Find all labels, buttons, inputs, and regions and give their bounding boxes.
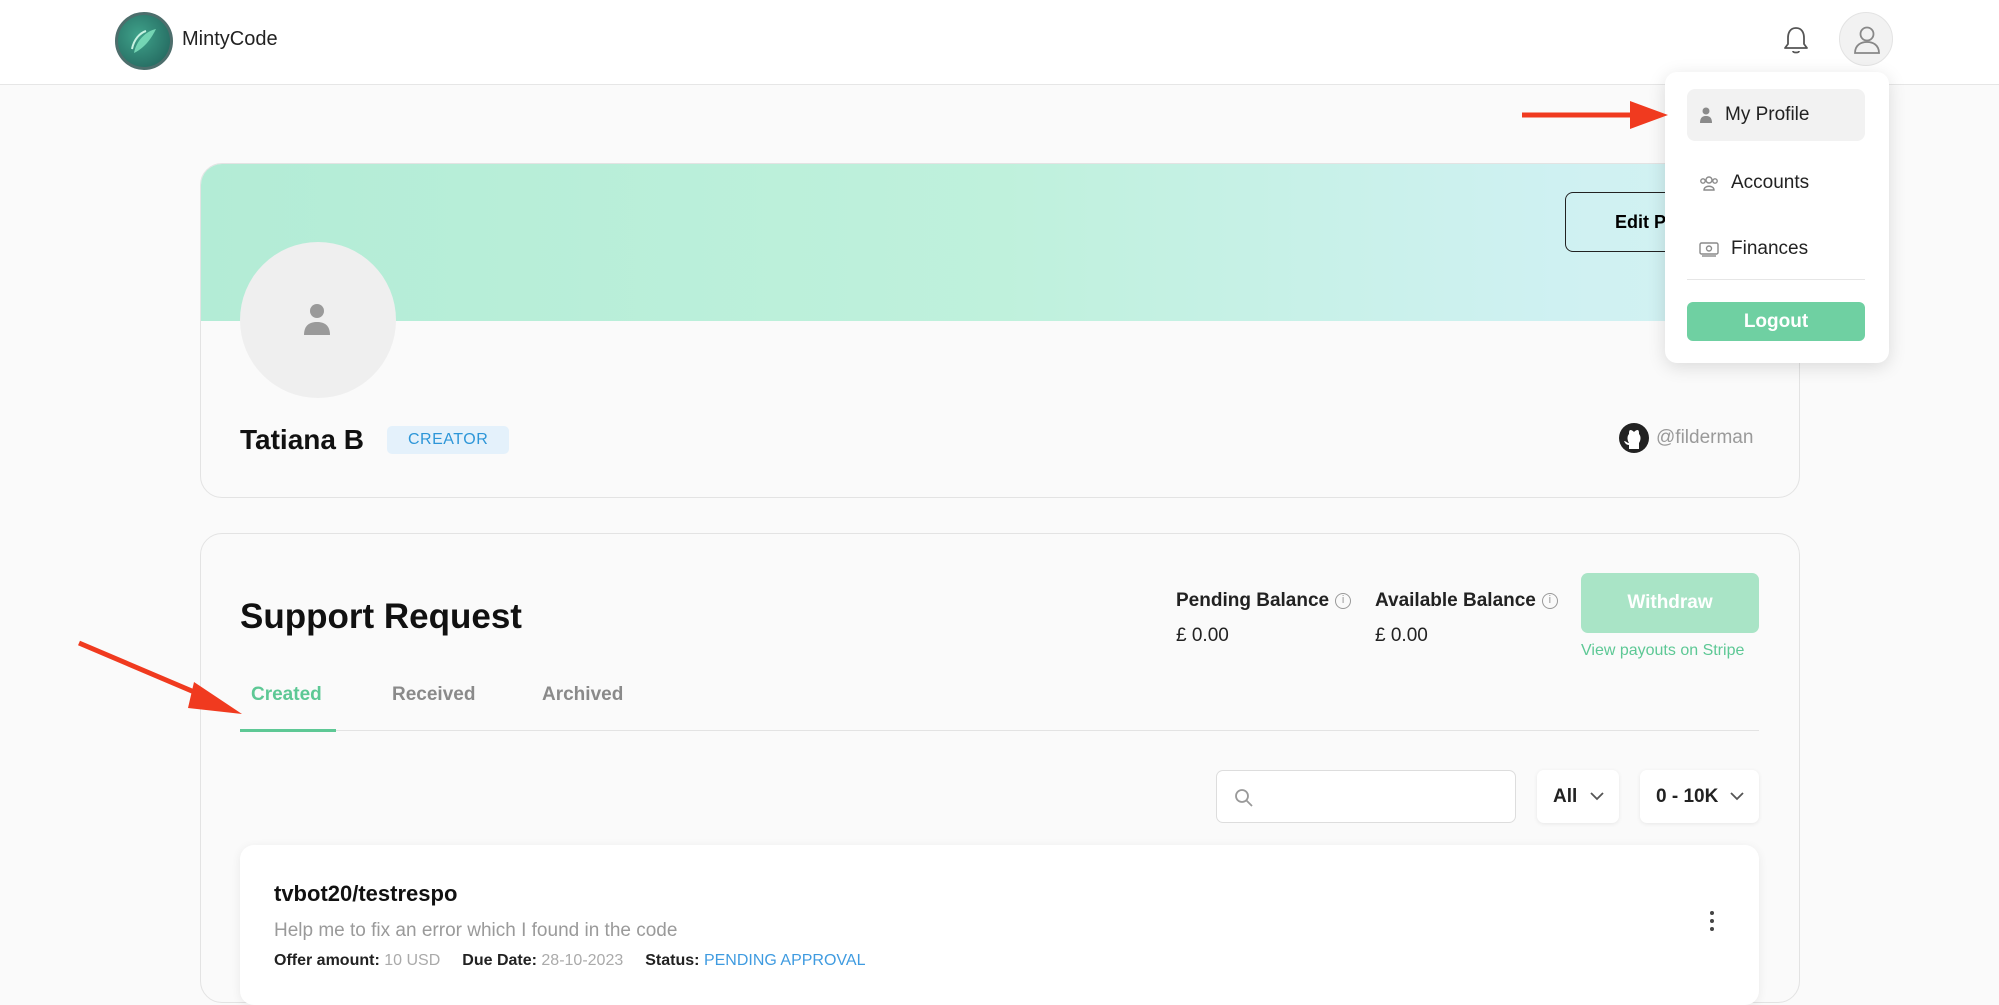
menu-item-finances[interactable]: Finances [1687,223,1865,275]
mintycode-logo[interactable] [115,12,173,70]
chevron-down-icon [1730,792,1744,801]
info-icon[interactable]: i [1335,593,1352,609]
github-handle: @filderman [1656,427,1754,448]
github-icon [1619,423,1649,453]
menu-item-label: My Profile [1725,104,1810,125]
available-balance-label: Available Balance [1375,590,1536,611]
tab-created[interactable]: Created [251,684,322,731]
profile-avatar [240,242,396,398]
profile-banner [201,164,1799,321]
pending-balance-value: £ 0.00 [1176,625,1229,646]
user-dropdown-menu: My Profile Accounts Finances Logout [1665,72,1889,363]
profile-card: Edit Pr Tatiana B CREATOR @filderman [200,163,1800,498]
pending-balance: Pending Balance i £ 0.00 [1176,590,1352,647]
search-box[interactable] [1216,770,1516,823]
logout-button[interactable]: Logout [1687,302,1865,341]
role-badge: CREATOR [387,426,510,454]
status-filter-value: All [1553,786,1578,807]
user-menu-button[interactable] [1839,12,1893,66]
tab-archived[interactable]: Archived [542,684,623,731]
person-icon [1700,107,1712,123]
amount-filter-value: 0 - 10K [1656,786,1719,807]
available-balance-value: £ 0.00 [1375,625,1428,646]
status-label: Status: [645,952,700,969]
notification-bell-icon[interactable] [1781,24,1811,56]
brand-name: MintyCode [182,28,278,50]
tab-received[interactable]: Received [392,684,475,731]
info-icon[interactable]: i [1541,593,1558,609]
available-balance: Available Balance i £ 0.00 [1375,590,1558,647]
section-title: Support Request [240,597,522,636]
menu-divider [1687,279,1865,280]
accounts-icon [1700,176,1718,191]
user-icon [1854,26,1880,54]
offer-value: 10 USD [384,952,441,969]
status-value: PENDING APPROVAL [703,952,866,969]
offer-label: Offer amount: [274,952,380,969]
withdraw-button[interactable]: Withdraw [1581,573,1759,633]
request-title: tvbot20/testrespo [274,881,458,906]
request-description: Help me to fix an error which I found in… [274,920,678,941]
finances-icon [1699,242,1719,257]
github-link[interactable]: @filderman [1618,422,1753,454]
active-tab-indicator [240,729,336,732]
annotation-arrow-icon [1522,101,1668,129]
menu-item-label: Accounts [1731,172,1810,193]
view-payouts-link[interactable]: View payouts on Stripe [1581,642,1744,660]
status-filter-select[interactable]: All [1537,770,1619,823]
due-date-label: Due Date: [462,952,537,969]
profile-name: Tatiana B [240,424,364,455]
search-icon [1235,789,1253,807]
chevron-down-icon [1590,792,1604,801]
menu-item-my-profile[interactable]: My Profile [1687,89,1865,141]
pending-balance-label: Pending Balance [1176,590,1330,611]
annotation-arrow-icon [78,640,242,714]
due-date-value: 28-10-2023 [541,952,624,969]
menu-item-label: Finances [1731,238,1809,259]
search-input[interactable] [1263,781,1503,813]
amount-filter-select[interactable]: 0 - 10K [1640,770,1759,823]
request-tabs: Created Received Archived [240,684,1759,732]
person-placeholder-icon [304,304,330,335]
request-meta: Offer amount: 10 USD Due Date: 28-10-202… [274,952,865,970]
more-options-icon[interactable] [1708,911,1716,935]
request-item[interactable]: tvbot20/testrespo Help me to fix an erro… [240,845,1759,1005]
support-request-card: Support Request Pending Balance i £ 0.00 … [200,533,1800,1005]
menu-item-accounts[interactable]: Accounts [1687,157,1865,209]
